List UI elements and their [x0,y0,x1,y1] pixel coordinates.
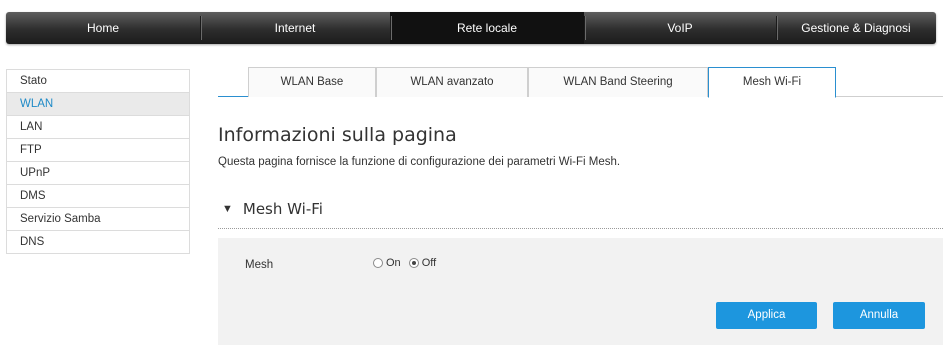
sidebar-item-dns[interactable]: DNS [7,231,189,254]
sidebar-item-dms[interactable]: DMS [7,185,189,208]
sidebar: Stato WLAN LAN FTP UPnP DMS Servizio Sam… [6,69,190,254]
tab-bar-accent-line [218,96,248,97]
section-header-mesh-wifi[interactable]: ▼ Mesh Wi-Fi [222,200,323,218]
sidebar-item-stato[interactable]: Stato [7,70,189,93]
mesh-settings-panel: Mesh On Off Applica Annulla [218,238,943,345]
page-description: Questa pagina fornisce la funzione di co… [218,156,621,168]
tab-wlan-base[interactable]: WLAN Base [248,67,376,97]
sidebar-item-lan[interactable]: LAN [7,116,189,139]
section-divider [218,228,943,229]
tab-bar: WLAN Base WLAN avanzato WLAN Band Steeri… [218,67,943,98]
annulla-button[interactable]: Annulla [833,302,925,329]
sidebar-item-ftp[interactable]: FTP [7,139,189,162]
nav-gestione-diagnosi[interactable]: Gestione & Diagnosi [776,12,936,44]
top-navigation: Home Internet Rete locale VoIP Gestione … [6,12,936,44]
section-title: Mesh Wi-Fi [242,200,323,218]
mesh-off-label: Off [421,257,437,269]
sidebar-item-wlan[interactable]: WLAN [7,93,189,116]
mesh-off-radio[interactable] [408,258,419,268]
mesh-radio-group: On Off [373,257,444,269]
nav-rete-locale[interactable]: Rete locale [390,12,584,44]
sidebar-item-servizio-samba[interactable]: Servizio Samba [7,208,189,231]
applica-button[interactable]: Applica [716,302,817,329]
nav-voip[interactable]: VoIP [584,12,776,44]
mesh-on-radio[interactable] [373,258,383,268]
nav-home[interactable]: Home [6,12,200,44]
nav-internet[interactable]: Internet [200,12,390,44]
tab-wlan-band-steering[interactable]: WLAN Band Steering [528,67,708,97]
sidebar-item-upnp[interactable]: UPnP [7,162,189,185]
mesh-label: Mesh [245,259,274,271]
mesh-on-label: On [386,257,401,269]
tab-wlan-avanzato[interactable]: WLAN avanzato [376,67,528,97]
tab-mesh-wifi[interactable]: Mesh Wi-Fi [708,67,836,98]
triangle-down-icon[interactable]: ▼ [222,203,233,215]
page-title: Informazioni sulla pagina [218,124,457,146]
